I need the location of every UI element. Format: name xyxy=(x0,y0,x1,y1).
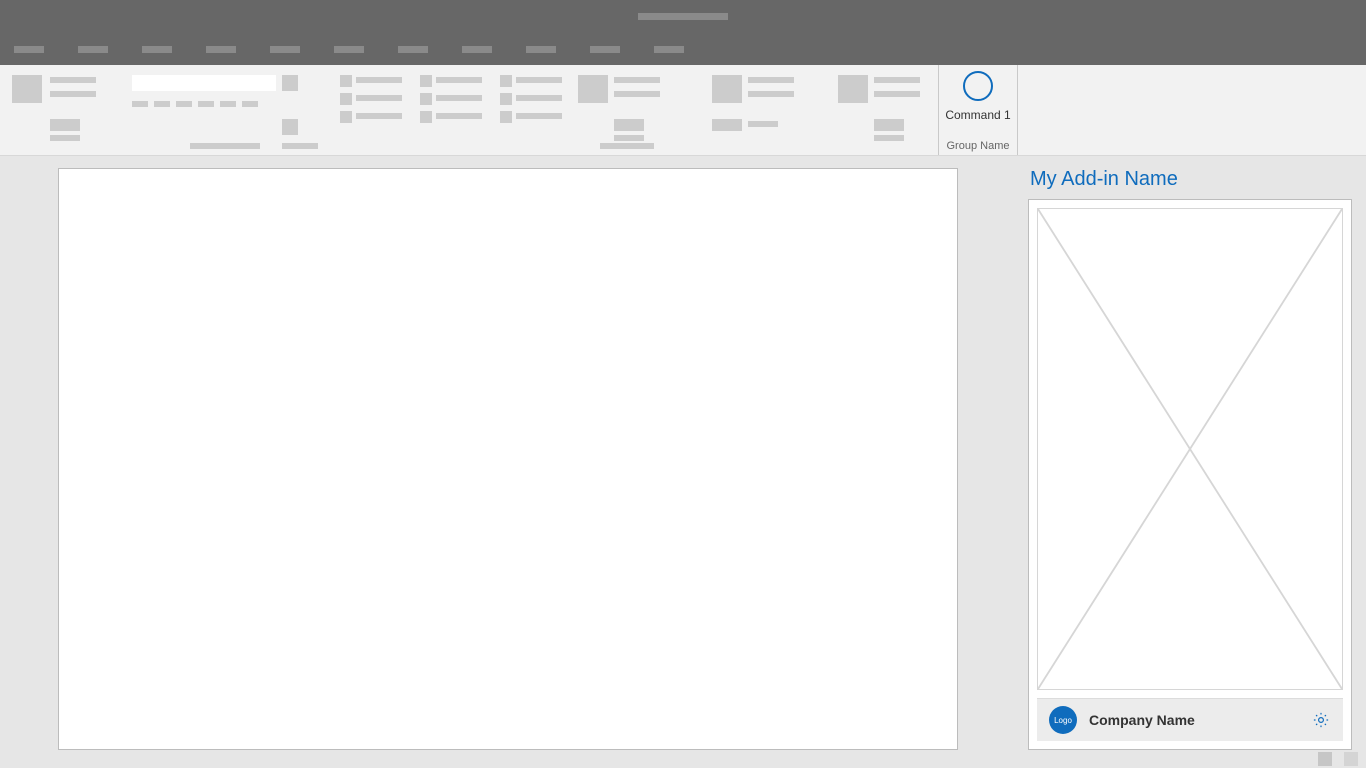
ribbon-tab[interactable] xyxy=(78,46,108,53)
ribbon-tab[interactable] xyxy=(270,46,300,53)
title-placeholder xyxy=(638,13,728,20)
ribbon-skeleton xyxy=(0,65,938,155)
command-1-icon[interactable] xyxy=(963,71,993,101)
settings-button[interactable] xyxy=(1311,710,1331,730)
ribbon-tab[interactable] xyxy=(142,46,172,53)
task-pane-title: My Add-in Name xyxy=(1028,168,1352,191)
ribbon-custom-group: Command 1 Group Name xyxy=(938,65,1018,155)
ribbon-tab[interactable] xyxy=(462,46,492,53)
command-1-label: Command 1 xyxy=(945,108,1010,122)
task-pane: My Add-in Name Logo Company Name xyxy=(1010,156,1366,750)
ribbon-tab[interactable] xyxy=(334,46,364,53)
ribbon-group-label: Group Name xyxy=(947,140,1010,152)
view-button[interactable] xyxy=(1344,752,1358,766)
company-name-label: Company Name xyxy=(1089,712,1311,728)
status-bar xyxy=(0,750,1366,768)
workspace: My Add-in Name Logo Company Name xyxy=(0,156,1366,750)
document-area xyxy=(0,156,1010,750)
gear-icon xyxy=(1312,711,1330,729)
placeholder-icon xyxy=(1037,208,1343,690)
title-bar xyxy=(0,0,1366,33)
ribbon-tab[interactable] xyxy=(206,46,236,53)
ribbon-tab[interactable] xyxy=(590,46,620,53)
ribbon-tab[interactable] xyxy=(14,46,44,53)
ribbon: Command 1 Group Name xyxy=(0,65,1366,156)
task-pane-frame: Logo Company Name xyxy=(1028,199,1352,750)
ribbon-tab-strip xyxy=(0,33,1366,65)
task-pane-body xyxy=(1029,200,1351,698)
task-pane-footer: Logo Company Name xyxy=(1037,698,1343,741)
document-page[interactable] xyxy=(58,168,958,750)
ribbon-tab[interactable] xyxy=(654,46,684,53)
ribbon-tab[interactable] xyxy=(398,46,428,53)
view-button[interactable] xyxy=(1318,752,1332,766)
company-logo-icon: Logo xyxy=(1049,706,1077,734)
ribbon-tab[interactable] xyxy=(526,46,556,53)
